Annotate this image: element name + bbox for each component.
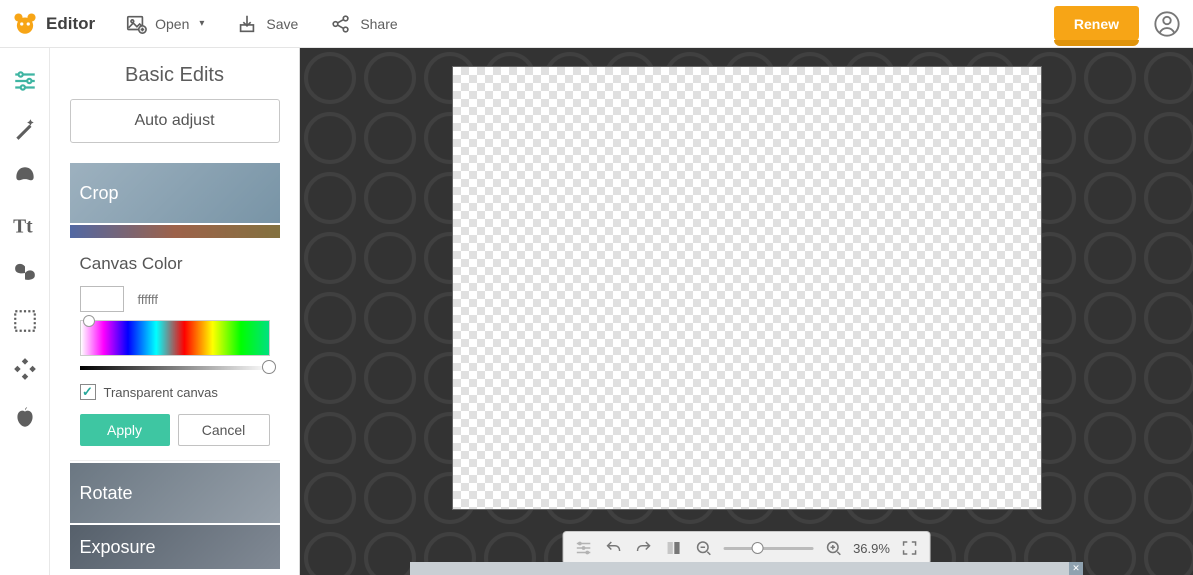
- cancel-button[interactable]: Cancel: [178, 414, 270, 446]
- lightness-slider[interactable]: [80, 366, 270, 370]
- zoom-in-icon[interactable]: [823, 538, 843, 558]
- color-swatch[interactable]: [80, 286, 124, 312]
- share-label: Share: [360, 16, 397, 32]
- color-spectrum[interactable]: [80, 320, 270, 356]
- edit-panel: Basic Edits Auto adjust Crop Canvas Colo…: [50, 48, 300, 575]
- share-icon: [330, 13, 352, 35]
- face-icon[interactable]: [12, 164, 38, 190]
- chevron-down-icon: ▾: [199, 18, 204, 29]
- fullscreen-icon[interactable]: [900, 538, 920, 558]
- zoom-slider[interactable]: [723, 547, 813, 550]
- workspace: 36.9% ✕: [300, 48, 1193, 575]
- exposure-section[interactable]: Exposure: [70, 525, 280, 569]
- panel-title: Basic Edits: [125, 48, 224, 99]
- transparent-label: Transparent canvas: [104, 385, 218, 400]
- crop-section[interactable]: Crop: [70, 163, 280, 223]
- texture-icon[interactable]: [12, 356, 38, 382]
- tool-rail: Tt: [0, 48, 50, 575]
- transparent-canvas-toggle[interactable]: ✓ Transparent canvas: [80, 384, 270, 400]
- magic-wand-icon[interactable]: [12, 116, 38, 142]
- ad-bar: ✕: [410, 562, 1083, 575]
- brand-name: Editor: [46, 14, 95, 34]
- redo-icon[interactable]: [633, 538, 653, 558]
- auto-adjust-button[interactable]: Auto adjust: [70, 99, 280, 143]
- section-divider: [70, 225, 280, 238]
- hex-value: ffffff: [138, 292, 159, 307]
- brand: Editor: [12, 11, 95, 37]
- save-label: Save: [266, 16, 298, 32]
- ad-close-icon[interactable]: ✕: [1069, 562, 1083, 575]
- layers-icon: [573, 538, 593, 558]
- slider-knob[interactable]: [262, 360, 276, 374]
- canvas-color-card: Canvas Color ffffff ✓ Transparent canvas…: [70, 240, 280, 461]
- monkey-logo-icon: [12, 11, 38, 37]
- renew-button[interactable]: Renew: [1054, 6, 1139, 42]
- text-icon[interactable]: Tt: [12, 212, 38, 238]
- checkbox-icon: ✓: [80, 384, 96, 400]
- zoom-text: 36.9%: [853, 541, 890, 556]
- canvas-toolbar: 36.9%: [562, 531, 931, 565]
- svg-text:Tt: Tt: [13, 217, 33, 238]
- compare-icon[interactable]: [663, 538, 683, 558]
- frame-icon[interactable]: [12, 308, 38, 334]
- canvas[interactable]: [452, 66, 1042, 510]
- image-add-icon: [125, 13, 147, 35]
- apple-icon[interactable]: [12, 404, 38, 430]
- profile-icon[interactable]: [1153, 10, 1181, 38]
- zoom-out-icon[interactable]: [693, 538, 713, 558]
- share-button[interactable]: Share: [320, 7, 407, 41]
- zoom-knob[interactable]: [751, 542, 763, 554]
- save-button[interactable]: Save: [226, 7, 308, 41]
- undo-icon[interactable]: [603, 538, 623, 558]
- rotate-section[interactable]: Rotate: [70, 463, 280, 523]
- save-icon: [236, 13, 258, 35]
- canvas-color-title: Canvas Color: [80, 254, 270, 274]
- apply-button[interactable]: Apply: [80, 414, 170, 446]
- open-label: Open: [155, 16, 189, 32]
- butterfly-icon[interactable]: [12, 260, 38, 286]
- sliders-icon[interactable]: [12, 68, 38, 94]
- open-button[interactable]: Open ▾: [115, 7, 214, 41]
